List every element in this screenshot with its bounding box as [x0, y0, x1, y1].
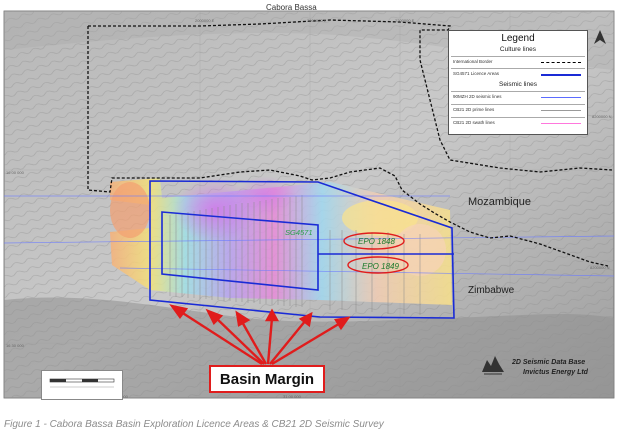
- area-label-epo1849: EPO 1849: [362, 262, 399, 271]
- legend-label: SG4571 Licence Areas: [453, 71, 500, 76]
- grid-label: 8200000 N: [592, 114, 612, 119]
- grid-label: 16 30 000: [6, 343, 24, 348]
- legend-culture-heading: Culture lines: [499, 46, 537, 53]
- scale-bar-graphic: [49, 378, 115, 388]
- legend-title: Legend: [501, 33, 535, 44]
- brand-line-1: 2D Seismic Data Base: [512, 359, 586, 366]
- legend-swatch-licence: [541, 74, 581, 76]
- legend-label: CB21 2D swath lines: [453, 120, 495, 125]
- legend-label: 90MZH 2D seismic lines: [453, 94, 502, 99]
- map-title: Cabora Bassa: [266, 3, 317, 12]
- legend-label: International Border: [453, 59, 493, 64]
- legend-row: 90MZH 2D seismic lines: [451, 91, 585, 103]
- area-label-epo1848: EPO 1848: [358, 237, 395, 246]
- grid-label: 16 00 000: [6, 170, 24, 175]
- legend-swatch-90mzh: [541, 97, 581, 98]
- basin-margin-label: Basin Margin: [219, 371, 315, 388]
- area-label-sg4571: SG4571: [285, 228, 313, 237]
- company-logo-icon: [482, 356, 504, 375]
- grid-label: 2000000 E: [195, 18, 215, 23]
- map-legend: Legend Culture lines International Borde…: [448, 30, 588, 135]
- legend-swatch-swath: [541, 123, 581, 124]
- legend-seismic-heading: Seismic lines: [499, 81, 537, 88]
- legend-row: CB21 2D prime lines: [451, 104, 585, 116]
- country-label-zimbabwe: Zimbabwe: [468, 285, 515, 296]
- grid-label: 2000000 E: [307, 18, 327, 23]
- scale-bar: [41, 370, 123, 400]
- legend-row: International Border: [451, 56, 585, 68]
- legend-row: CB21 2D swath lines: [451, 117, 585, 129]
- basin-margin-callout: Basin Margin: [209, 365, 325, 393]
- legend-swatch-border: [541, 62, 581, 63]
- grid-label: 2200000 E: [395, 18, 415, 23]
- country-label-mozambique: Mozambique: [468, 196, 531, 208]
- legend-row: SG4571 Licence Areas: [451, 68, 585, 80]
- legend-swatch-prime: [541, 110, 581, 111]
- brand-line-2: Invictus Energy Ltd: [523, 369, 588, 376]
- grid-label: 8200000 N: [590, 265, 610, 270]
- figure-caption: Figure 1 - Cabora Bassa Basin Exploratio…: [4, 419, 384, 430]
- legend-label: CB21 2D prime lines: [453, 107, 495, 112]
- grid-label: 31 00 000: [283, 394, 301, 399]
